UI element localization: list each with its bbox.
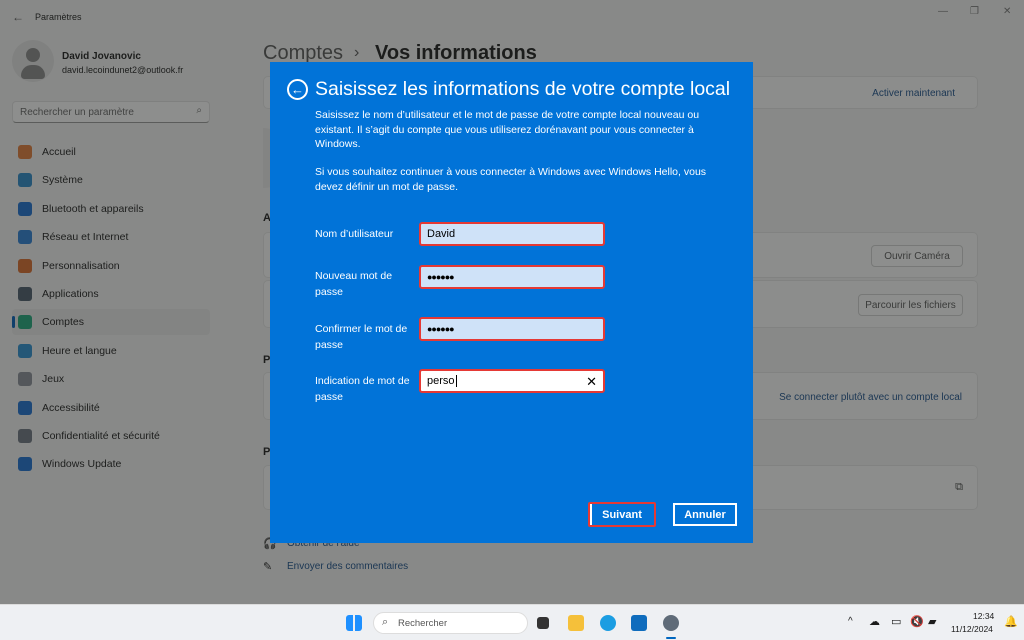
settings-gear-icon[interactable] bbox=[663, 615, 679, 631]
clock-time[interactable]: 12:34 bbox=[973, 611, 994, 621]
next-label: Suivant bbox=[602, 508, 642, 521]
new-password-label: Nouveau mot de passe bbox=[315, 270, 393, 298]
new-password-value: ●●●●●● bbox=[427, 272, 455, 282]
username-label: Nom d’utilisateur bbox=[315, 228, 394, 240]
taskbar: ⌕ Rechercher ^ ☁ ▭ 🔇 ▰ 12:34 11/12/2024 … bbox=[0, 604, 1024, 640]
back-arrow-icon: ← bbox=[291, 82, 304, 97]
next-button[interactable]: Suivant bbox=[588, 502, 656, 527]
confirm-password-label: Confirmer le mot de passe bbox=[315, 323, 408, 351]
dialog-description: Saisissez le nom d’utilisateur et le mot… bbox=[315, 109, 700, 150]
password-hint-input[interactable]: perso ✕ bbox=[419, 369, 605, 393]
dialog-title: Saisissez les informations de votre comp… bbox=[315, 78, 731, 100]
clock-date[interactable]: 11/12/2024 bbox=[951, 624, 993, 634]
confirm-password-input[interactable]: ●●●●●● bbox=[419, 317, 605, 341]
taskbar-search-label: Rechercher bbox=[398, 618, 448, 629]
edge-icon[interactable] bbox=[600, 615, 616, 631]
onedrive-icon[interactable]: ☁ bbox=[869, 615, 880, 628]
cancel-button[interactable]: Annuler bbox=[673, 503, 737, 526]
outlook-icon[interactable] bbox=[631, 615, 647, 631]
username-input[interactable]: David bbox=[419, 222, 605, 246]
password-hint-label: Indication de mot de passe bbox=[315, 375, 410, 403]
back-button[interactable]: ← bbox=[287, 79, 308, 100]
cancel-label: Annuler bbox=[684, 508, 726, 521]
local-account-dialog: ← Saisissez les informations de votre co… bbox=[270, 62, 753, 543]
confirm-password-value: ●●●●●● bbox=[427, 324, 455, 334]
dialog-hello-note: Si vous souhaitez continuer à vous conne… bbox=[315, 166, 707, 193]
username-value: David bbox=[427, 228, 456, 240]
chevron-up-icon[interactable]: ^ bbox=[848, 616, 853, 627]
start-icon[interactable] bbox=[346, 615, 362, 631]
network-icon[interactable]: ▭ bbox=[891, 615, 901, 628]
taskbar-search[interactable]: ⌕ Rechercher bbox=[373, 612, 528, 634]
password-hint-value: perso bbox=[427, 375, 457, 387]
active-app-indicator bbox=[666, 637, 676, 639]
battery-icon[interactable]: ▰ bbox=[928, 615, 936, 628]
task-view-icon[interactable] bbox=[537, 617, 549, 629]
search-icon: ⌕ bbox=[382, 616, 389, 628]
clear-icon[interactable]: ✕ bbox=[586, 374, 597, 390]
notification-bell-icon[interactable]: 🔔 bbox=[1004, 615, 1018, 628]
file-explorer-icon[interactable] bbox=[568, 615, 584, 631]
volume-muted-icon[interactable]: 🔇 bbox=[910, 615, 924, 628]
new-password-input[interactable]: ●●●●●● bbox=[419, 265, 605, 289]
